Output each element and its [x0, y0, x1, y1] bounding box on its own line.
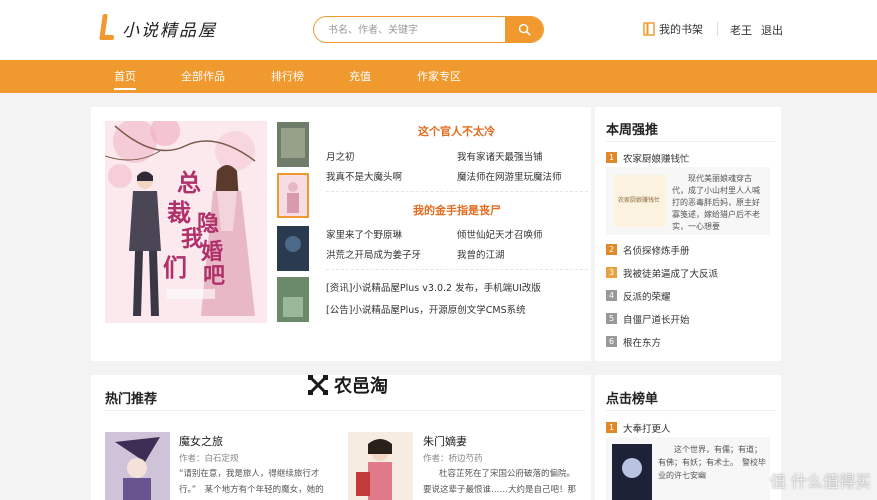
- thumb-book-1[interactable]: [277, 122, 309, 167]
- nav-all-works[interactable]: 全部作品: [181, 60, 225, 93]
- hot-book-2-title[interactable]: 朱门嫡妻: [423, 433, 467, 449]
- svg-text:吧: 吧: [203, 263, 225, 289]
- book-link[interactable]: 我真不是大魔头啊: [326, 169, 402, 183]
- logout-link[interactable]: 退出: [761, 22, 783, 38]
- click-rank-item[interactable]: 大奉打更人: [623, 421, 671, 435]
- weekly-item[interactable]: 名侦探修炼手册: [623, 243, 690, 257]
- click-rank-title: 点击榜单: [606, 392, 659, 407]
- rank-badge: 5: [606, 313, 617, 324]
- click-rank-top-desc: 这个世界，有儒；有道；有佛；有妖；有术士。 警校毕业的许七安幽: [658, 445, 766, 480]
- watermark-text: 农邑淘: [334, 376, 388, 397]
- weekly-item[interactable]: 根在东方: [623, 335, 661, 349]
- rank-badge: 2: [606, 244, 617, 255]
- weekly-top-desc: 现代美丽娘魂穿古代，成了小山村里人人喊打的恶毒胖后妈，原主好寡笺逑，嫁给猎户后不…: [672, 174, 760, 231]
- featured-section2-title[interactable]: 我的金手指是丧尸: [413, 202, 501, 218]
- user-name-link[interactable]: 老王: [730, 22, 752, 38]
- nav-home[interactable]: 首页: [114, 60, 136, 93]
- weekly-top-cover: 农家厨娘赚钱忙: [614, 175, 666, 227]
- site-logo[interactable]: 小说精品屋: [98, 14, 217, 42]
- divider: [105, 410, 585, 411]
- divider: [606, 410, 776, 411]
- nav-recharge[interactable]: 充值: [349, 60, 371, 93]
- watermark: 农邑淘: [306, 372, 388, 398]
- weekly-item[interactable]: 农家厨娘赚钱忙: [623, 151, 690, 165]
- weekly-item[interactable]: 反派的荣耀: [623, 289, 671, 303]
- news-item[interactable]: [资讯]小说精品屋Plus v3.0.2 发布，手机端UI改版: [326, 280, 541, 294]
- search-bar: [313, 16, 544, 43]
- rank-badge: 3: [606, 267, 617, 278]
- cover-illustration: 总 裁 我 们 隐 婚 吧: [105, 121, 267, 323]
- thumb-book-3[interactable]: [277, 226, 309, 271]
- hot-book-2-cover[interactable]: [348, 432, 413, 500]
- thumb-book-2-selected[interactable]: [277, 173, 309, 218]
- header-divider: [717, 22, 718, 36]
- search-icon: [518, 23, 531, 36]
- hot-book-1-author: 作者：白石定规: [179, 454, 239, 464]
- hot-book-1-title[interactable]: 魔女之旅: [179, 433, 223, 449]
- svg-text:裁: 裁: [167, 198, 191, 227]
- click-rank-top-cover: [612, 444, 652, 500]
- weekly-item[interactable]: 我被徒弟逼成了大反派: [623, 266, 718, 280]
- search-button[interactable]: [505, 17, 543, 42]
- bookshelf-icon: [643, 22, 655, 36]
- divider: [326, 191, 588, 192]
- book-link[interactable]: 我有家诸天最强当铺: [457, 149, 543, 163]
- hot-title: 热门推荐: [105, 392, 158, 407]
- divider: [606, 141, 776, 142]
- nav-author-zone[interactable]: 作家专区: [417, 60, 461, 93]
- weekly-item[interactable]: 自僵尸道长开始: [623, 312, 690, 326]
- hot-book-1-cover[interactable]: [105, 432, 170, 500]
- bookshelf-link[interactable]: 我的书架: [643, 21, 703, 37]
- nav-ranking[interactable]: 排行榜: [271, 60, 304, 93]
- click-rank-top-card[interactable]: 这个世界，有儒；有道；有佛；有妖；有术士。 警校毕业的许七安幽: [606, 437, 770, 500]
- rank-badge: 1: [606, 422, 617, 433]
- svg-text:隐: 隐: [197, 211, 219, 237]
- book-link[interactable]: 我曾的江湖: [457, 247, 505, 261]
- divider: [326, 269, 588, 270]
- book-link[interactable]: 倾世仙妃天才召唤师: [457, 227, 543, 241]
- watermark-logo-icon: [308, 375, 328, 395]
- main-nav: 首页 全部作品 排行榜 充值 作家专区: [0, 60, 877, 93]
- thumb-book-4[interactable]: [277, 277, 309, 322]
- book-link[interactable]: 月之初: [326, 149, 355, 163]
- svg-text:婚: 婚: [201, 239, 223, 265]
- featured-section1-title[interactable]: 这个官人不太冷: [418, 123, 495, 139]
- svg-text:们: 们: [163, 253, 187, 282]
- book-link[interactable]: 洪荒之开局成为姜子牙: [326, 247, 421, 261]
- logo-text: 小说精品屋: [122, 20, 217, 41]
- weekly-top-card[interactable]: 农家厨娘赚钱忙 现代美丽娘魂穿古代，成了小山村里人人喊打的恶毒胖后妈，原主好寡笺…: [606, 167, 770, 235]
- hot-book-2-desc: 杜容芷死在了宋国公府破落的偏院。要说这辈子最恨谁……大约是自己吧！那个蠢得出奇又…: [423, 469, 577, 495]
- book-link[interactable]: 家里来了个野原琳: [326, 227, 402, 241]
- corner-watermark: 值 什么值得买: [769, 472, 871, 491]
- search-input[interactable]: [328, 22, 498, 38]
- header: 小说精品屋 我的书架 老王 退出: [0, 0, 877, 60]
- news-item[interactable]: [公告]小说精品屋Plus，开源原创文学CMS系统: [326, 302, 526, 316]
- logo-mark-icon: [98, 14, 114, 42]
- weekly-title: 本周强推: [606, 123, 659, 138]
- hot-book-1-desc: “请别在意，我是旅人，得继续旅行才行。” 某个地方有个年轻的魔女，她的名: [179, 469, 324, 495]
- book-link[interactable]: 魔法师在网游里玩魔法师: [457, 169, 562, 183]
- rank-badge: 6: [606, 336, 617, 347]
- cover-title-char-1: 总: [177, 168, 201, 197]
- hot-book-2-author: 作者：桥边芍药: [423, 454, 483, 464]
- rank-badge: 1: [606, 152, 617, 163]
- bookshelf-label: 我的书架: [659, 23, 703, 36]
- rank-badge: 4: [606, 290, 617, 301]
- featured-cover[interactable]: 总 裁 我 们 隐 婚 吧: [105, 121, 267, 323]
